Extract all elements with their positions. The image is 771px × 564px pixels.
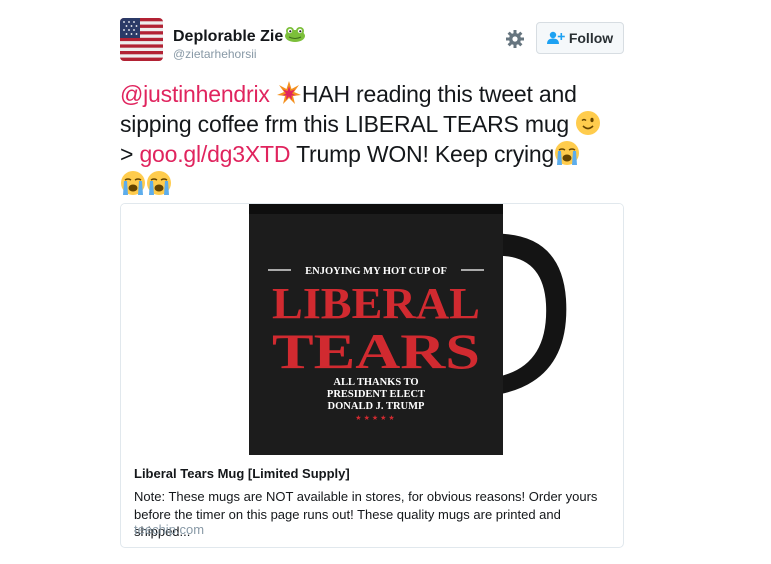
tweet-text: @justinhendrix HAH reading this tweet an… [120, 79, 630, 199]
mug-rim [249, 204, 503, 214]
tweet-text-part-2: > [120, 141, 134, 167]
frog-emoji-icon [285, 27, 306, 42]
card-title[interactable]: Liberal Tears Mug [Limited Supply] [134, 466, 350, 481]
mug-top-line: ENJOYING MY HOT CUP OF [305, 266, 447, 277]
collision-emoji-icon [276, 81, 301, 104]
loudly-crying-face-emoji-icon [555, 141, 580, 165]
mug-stars: ★★★★★ [355, 414, 396, 422]
avatar[interactable] [120, 18, 163, 61]
tweet-text-part-3: Trump WON! Keep crying [296, 141, 555, 167]
mug-bottom-line-1: ALL THANKS TO [333, 377, 418, 388]
mug-big-line-2: TEARS [272, 323, 480, 379]
mug-image[interactable]: ENJOYING MY HOT CUP OF LIBERAL TEARS ALL… [121, 204, 623, 455]
follow-button-label: Follow [568, 30, 614, 46]
loudly-crying-face-emoji-icon [121, 171, 145, 195]
mug-bottom-line-3: DONALD J. TRUMP [328, 401, 426, 412]
gear-icon[interactable] [505, 29, 525, 49]
us-flag-avatar-icon [120, 18, 163, 61]
card-description: Note: These mugs are NOT available in st… [134, 489, 598, 539]
mention-link[interactable]: @justinhendrix [120, 81, 270, 107]
add-user-icon [546, 31, 565, 44]
winking-face-emoji-icon [576, 111, 601, 135]
mug-bottom-line-2: PRESIDENT ELECT [327, 389, 425, 400]
follow-button[interactable]: Follow [536, 22, 624, 54]
card-domain[interactable]: teechip.com [134, 522, 204, 537]
tweet-link[interactable]: goo.gl/dg3XTD [139, 141, 290, 167]
link-card[interactable]: ENJOYING MY HOT CUP OF LIBERAL TEARS ALL… [120, 203, 624, 548]
loudly-crying-face-emoji-icon [147, 171, 171, 195]
display-name[interactable]: Deplorable Zie [173, 26, 306, 46]
mug-big-line-1: LIBERAL [272, 279, 480, 328]
user-handle[interactable]: @zietarhehorsii [173, 47, 257, 61]
display-name-text: Deplorable Zie [173, 28, 284, 45]
